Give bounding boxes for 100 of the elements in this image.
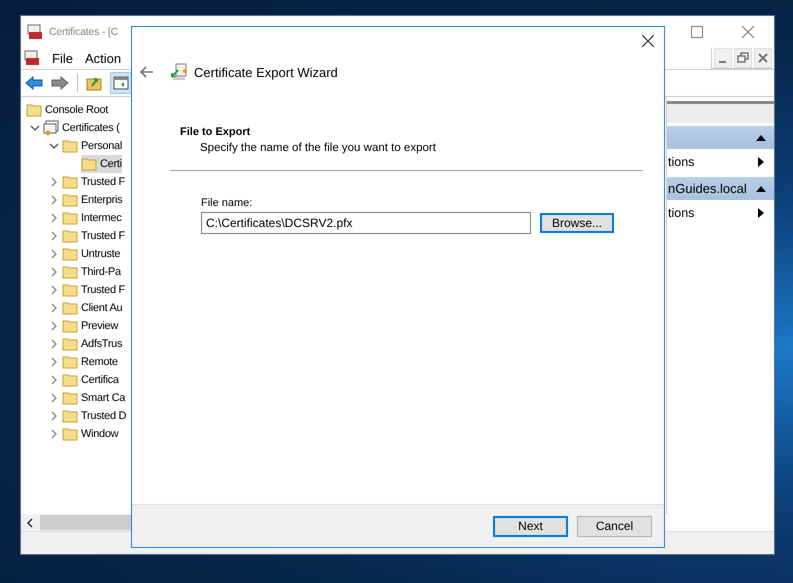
restore-icon[interactable]	[734, 48, 752, 68]
tree-label: Console Root	[45, 104, 108, 116]
chevron-down-icon[interactable]	[49, 141, 59, 151]
tree-item[interactable]: Smart Ca	[62, 389, 126, 407]
folder-icon	[62, 426, 78, 442]
forward-arrow-icon[interactable]	[51, 76, 69, 90]
actions-menu-item[interactable]: tions	[667, 200, 774, 225]
console-tree-icon[interactable]	[113, 75, 129, 91]
back-arrow-icon[interactable]	[140, 66, 154, 78]
toolbox-icon	[24, 50, 40, 66]
tree-label: Intermec	[81, 212, 122, 224]
maximize-icon[interactable]	[691, 26, 703, 38]
chevron-right-icon[interactable]	[49, 375, 59, 385]
chevron-right-icon[interactable]	[49, 411, 59, 421]
collapse-triangle-icon[interactable]	[756, 134, 766, 140]
tree-item[interactable]: Certificates (	[43, 119, 120, 137]
folder-icon	[62, 318, 78, 334]
minimize-icon[interactable]	[714, 48, 732, 68]
tree-label: Untruste	[81, 248, 120, 260]
folder-icon	[62, 390, 78, 406]
next-button[interactable]: Next	[493, 516, 568, 536]
tree-item[interactable]: Remote	[62, 353, 118, 371]
chevron-right-icon[interactable]	[49, 249, 59, 259]
tree-label: Smart Ca	[81, 392, 126, 404]
tree-label: Trusted F	[81, 230, 125, 242]
tree-item[interactable]: Intermec	[62, 209, 122, 227]
close-icon[interactable]	[642, 35, 654, 47]
section-description: Specify the name of the file you want to export	[200, 142, 437, 154]
tree-label: Personal	[81, 140, 122, 152]
submenu-arrow-icon	[758, 208, 764, 218]
folder-up-icon[interactable]	[86, 75, 102, 91]
chevron-right-icon[interactable]	[49, 195, 59, 205]
chevron-right-icon[interactable]	[49, 321, 59, 331]
tree-label: Certi	[100, 158, 122, 170]
tree-item[interactable]: Console Root	[26, 101, 108, 119]
section-heading: File to Export	[180, 126, 252, 138]
field-label: File name:	[201, 197, 254, 209]
tree-item[interactable]: Third-Pa	[62, 263, 121, 281]
folder-icon	[62, 336, 78, 352]
chevron-right-icon[interactable]	[49, 357, 59, 367]
chevron-right-icon[interactable]	[49, 285, 59, 295]
folder-icon	[62, 300, 78, 316]
tree-label: Third-Pa	[81, 266, 121, 278]
menu-item[interactable]: Action	[84, 50, 122, 66]
tree-label: Trusted F	[81, 176, 125, 188]
wizard-icon	[170, 63, 188, 81]
back-arrow-icon[interactable]	[25, 76, 43, 90]
tree-label: Remote	[81, 356, 118, 368]
tree-label: Enterpris	[81, 194, 122, 206]
chevron-right-icon[interactable]	[49, 393, 59, 403]
file-name-field[interactable]: C:\Certificates\DCSRV2.pfx	[201, 212, 531, 234]
menu-item[interactable]: File	[52, 50, 73, 66]
folder-icon	[62, 408, 78, 424]
tree-label: Preview	[81, 320, 118, 332]
actions-group-header[interactable]: nGuides.local	[667, 177, 774, 200]
folder-icon	[62, 210, 78, 226]
tree-item[interactable]: Enterpris	[62, 191, 122, 209]
tree-item[interactable]: Trusted F	[62, 281, 125, 299]
submenu-arrow-icon	[758, 156, 764, 166]
tree-item[interactable]: Certi	[81, 155, 122, 173]
scroll-left-icon[interactable]	[26, 518, 34, 528]
tree-item[interactable]: Trusted F	[62, 173, 125, 191]
chevron-right-icon[interactable]	[49, 339, 59, 349]
certificate-icon	[43, 120, 59, 136]
toolbox-icon	[27, 24, 43, 40]
tree-item[interactable]: Preview	[62, 317, 118, 335]
folder-icon	[62, 174, 78, 190]
tree-label: Certificates (	[62, 122, 120, 134]
tree-item[interactable]: Client Au	[62, 299, 122, 317]
tree-item[interactable]: Personal	[62, 137, 122, 155]
tree-label: AdfsTrus	[81, 338, 122, 350]
tree-item[interactable]: Trusted F	[62, 227, 125, 245]
chevron-right-icon[interactable]	[49, 177, 59, 187]
collapse-triangle-icon[interactable]	[756, 186, 766, 192]
tree-label: Trusted D	[81, 410, 126, 422]
tree-item[interactable]: Trusted D	[62, 407, 126, 425]
folder-icon	[62, 264, 78, 280]
tree-item[interactable]: Untruste	[62, 245, 120, 263]
folder-icon	[62, 228, 78, 244]
folder-icon	[62, 138, 78, 154]
tree-label: Certifica	[81, 374, 119, 386]
chevron-right-icon[interactable]	[49, 429, 59, 439]
cancel-button[interactable]: Cancel	[577, 516, 652, 536]
tree-item[interactable]: Certifica	[62, 371, 119, 389]
folder-icon	[81, 156, 97, 172]
tree-item[interactable]: Window	[62, 425, 118, 443]
actions-menu-item[interactable]: tions	[667, 149, 774, 174]
chevron-down-icon[interactable]	[30, 123, 40, 133]
tree-item[interactable]: AdfsTrus	[62, 335, 122, 353]
folder-icon	[62, 372, 78, 388]
folder-icon	[62, 192, 78, 208]
browse-button[interactable]: Browse...	[540, 213, 614, 233]
dialog-title: Certificate Export Wizard	[194, 64, 338, 80]
chevron-right-icon[interactable]	[49, 303, 59, 313]
chevron-right-icon[interactable]	[49, 231, 59, 241]
folder-icon	[26, 102, 42, 118]
chevron-right-icon[interactable]	[49, 213, 59, 223]
folder-icon	[62, 246, 78, 262]
chevron-right-icon[interactable]	[49, 267, 59, 277]
window-title: Certificates - [C	[49, 26, 118, 38]
